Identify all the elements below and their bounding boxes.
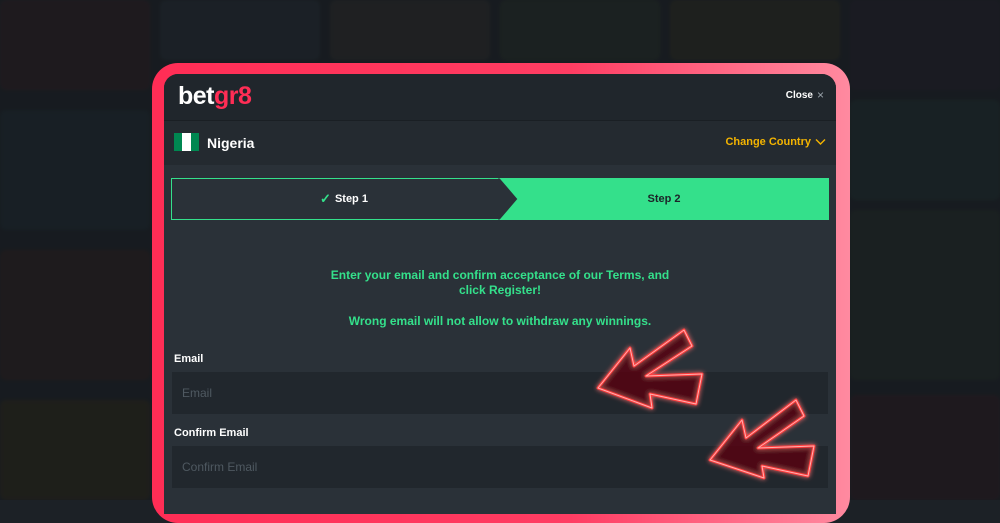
- step-2-label: Step 2: [647, 193, 681, 205]
- country-name: Nigeria: [207, 135, 255, 151]
- flag-stripe-left: [174, 133, 183, 151]
- step-1[interactable]: ✓ Step 1: [171, 178, 516, 220]
- flag-stripe-right: [190, 133, 199, 151]
- email-input[interactable]: [172, 372, 828, 414]
- nigeria-flag-icon: [174, 133, 199, 151]
- close-button[interactable]: Close ×: [786, 88, 824, 102]
- modal-header: betgr8 Close ×: [164, 74, 836, 120]
- step-1-label: Step 1: [334, 193, 368, 205]
- step-2[interactable]: Step 2: [499, 178, 829, 220]
- betgr8-logo: betgr8: [178, 81, 252, 111]
- step-arrow-divider: [498, 178, 519, 220]
- change-country-label: Change Country: [725, 136, 811, 148]
- country-selector-row: Nigeria Change Country: [164, 120, 836, 165]
- instructions-line-2: click Register!: [458, 283, 542, 297]
- confirm-email-input[interactable]: [172, 446, 828, 488]
- logo-prefix: bet: [178, 82, 215, 110]
- warning-text: Wrong email will not allow to withdraw a…: [348, 314, 652, 328]
- chevron-down-icon: [815, 139, 826, 145]
- close-label: Close: [785, 89, 813, 101]
- registration-modal: betgr8 Close × Nigeria Change Country ✓ …: [164, 74, 836, 514]
- logo-accent: gr8: [214, 82, 252, 110]
- checkmark-icon: ✓: [320, 191, 331, 206]
- close-icon: ×: [816, 88, 824, 102]
- instructions-text: Enter your email and confirm acceptance …: [164, 268, 836, 329]
- email-label: Email: [174, 353, 204, 365]
- flag-stripe-middle: [182, 133, 191, 151]
- confirm-email-label: Confirm Email: [174, 427, 249, 439]
- step-progress: ✓ Step 1 Step 2: [171, 178, 829, 220]
- instructions-line-1: Enter your email and confirm acceptance …: [330, 268, 670, 282]
- change-country-button[interactable]: Change Country: [725, 136, 826, 148]
